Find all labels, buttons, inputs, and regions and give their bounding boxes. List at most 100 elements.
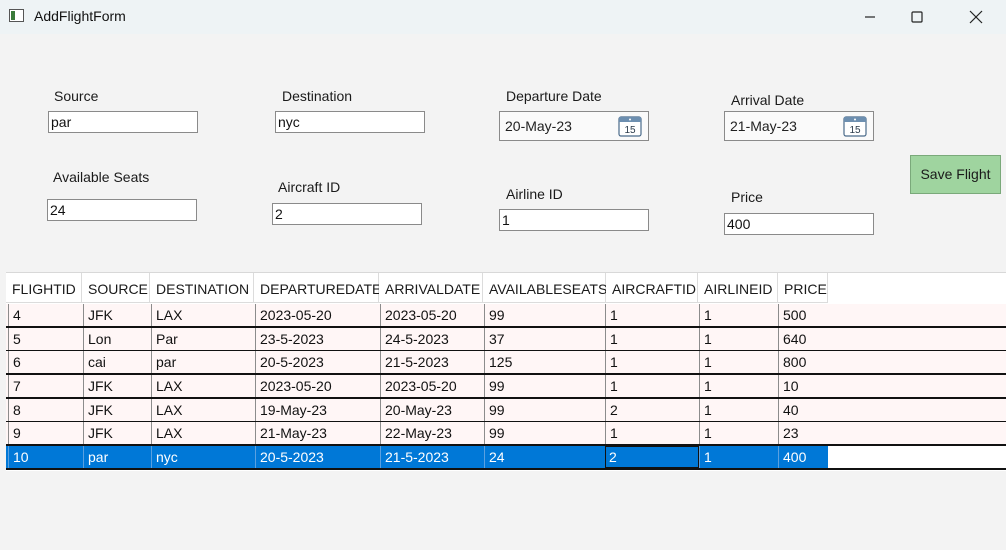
- cell-flightid[interactable]: 5: [8, 328, 83, 350]
- cell-destination[interactable]: LAX: [151, 422, 255, 444]
- cell-availableseats[interactable]: 24: [484, 446, 605, 468]
- cell-availableseats[interactable]: 37: [484, 328, 605, 350]
- cell-price[interactable]: 400: [778, 446, 828, 468]
- table-row[interactable]: 10 par nyc 20-5-2023 21-5-2023 24 2 1 400: [6, 446, 1006, 470]
- table-row[interactable]: 8 JFK LAX 19-May-23 20-May-23 99 2 1 40: [6, 399, 1006, 423]
- cell-flightid[interactable]: 4: [8, 304, 83, 326]
- calendar-day-text: 15: [624, 125, 636, 136]
- departure-date-value: 20-May-23: [505, 118, 572, 134]
- cell-aircraftid[interactable]: 2: [605, 399, 699, 421]
- cell-aircraftid[interactable]: 1: [605, 375, 699, 397]
- cell-airlineid[interactable]: 1: [699, 446, 778, 468]
- cell-availableseats[interactable]: 99: [484, 422, 605, 444]
- column-header-availableseats[interactable]: AVAILABLESEATS: [483, 273, 607, 303]
- airline-id-input[interactable]: 1: [499, 209, 649, 231]
- cell-source[interactable]: JFK: [83, 399, 151, 421]
- cell-source[interactable]: par: [83, 446, 151, 468]
- cell-departuredate[interactable]: 20-5-2023: [255, 446, 380, 468]
- column-header-flightid[interactable]: FLIGHTID: [6, 273, 82, 303]
- cell-flightid[interactable]: 9: [8, 422, 83, 444]
- cell-destination[interactable]: LAX: [151, 304, 255, 326]
- cell-destination[interactable]: nyc: [151, 446, 255, 468]
- minimize-button[interactable]: [847, 0, 893, 34]
- cell-availableseats[interactable]: 99: [484, 375, 605, 397]
- column-header-aircraftid[interactable]: AIRCRAFTID: [606, 273, 698, 303]
- column-header-price[interactable]: PRICE: [778, 273, 828, 303]
- cell-aircraftid[interactable]: 2: [605, 446, 699, 468]
- title-bar: AddFlightForm: [0, 0, 1006, 34]
- cell-flightid[interactable]: 8: [8, 399, 83, 421]
- cell-arrivaldate[interactable]: 2023-05-20: [380, 375, 484, 397]
- cell-aircraftid[interactable]: 1: [605, 328, 699, 350]
- cell-availableseats[interactable]: 99: [484, 399, 605, 421]
- maximize-icon: [911, 11, 923, 23]
- calendar-icon[interactable]: 15: [843, 115, 867, 137]
- cell-source[interactable]: cai: [83, 351, 151, 373]
- close-button[interactable]: [953, 0, 999, 34]
- maximize-button[interactable]: [894, 0, 940, 34]
- cell-airlineid[interactable]: 1: [699, 375, 778, 397]
- cell-departuredate[interactable]: 2023-05-20: [255, 304, 380, 326]
- cell-departuredate[interactable]: 19-May-23: [255, 399, 380, 421]
- column-header-destination[interactable]: DESTINATION: [150, 273, 254, 303]
- cell-destination[interactable]: LAX: [151, 375, 255, 397]
- cell-availableseats[interactable]: 125: [484, 351, 605, 373]
- column-header-arrivaldate[interactable]: ARRIVALDATE: [379, 273, 483, 303]
- price-input[interactable]: 400: [724, 213, 874, 235]
- cell-source[interactable]: Lon: [83, 328, 151, 350]
- cell-departuredate[interactable]: 21-May-23: [255, 422, 380, 444]
- cell-arrivaldate[interactable]: 2023-05-20: [380, 304, 484, 326]
- cell-price[interactable]: 800: [778, 351, 828, 373]
- table-row[interactable]: 5 Lon Par 23-5-2023 24-5-2023 37 1 1 640: [6, 328, 1006, 352]
- column-header-departuredate[interactable]: DEPARTUREDATE: [254, 273, 381, 303]
- cell-availableseats[interactable]: 99: [484, 304, 605, 326]
- cell-aircraftid[interactable]: 1: [605, 422, 699, 444]
- cell-price[interactable]: 10: [778, 375, 828, 397]
- cell-arrivaldate[interactable]: 21-5-2023: [380, 351, 484, 373]
- cell-source[interactable]: JFK: [83, 422, 151, 444]
- cell-price[interactable]: 40: [778, 399, 828, 421]
- cell-arrivaldate[interactable]: 24-5-2023: [380, 328, 484, 350]
- save-flight-button[interactable]: Save Flight: [910, 155, 1001, 194]
- cell-arrivaldate[interactable]: 20-May-23: [380, 399, 484, 421]
- table-row[interactable]: 6 cai par 20-5-2023 21-5-2023 125 1 1 800: [6, 351, 1006, 375]
- cell-price[interactable]: 23: [778, 422, 828, 444]
- cell-departuredate[interactable]: 23-5-2023: [255, 328, 380, 350]
- cell-flightid[interactable]: 7: [8, 375, 83, 397]
- destination-input[interactable]: nyc: [275, 111, 425, 133]
- cell-arrivaldate[interactable]: 21-5-2023: [380, 446, 484, 468]
- cell-aircraftid[interactable]: 1: [605, 304, 699, 326]
- cell-airlineid[interactable]: 1: [699, 328, 778, 350]
- cell-departuredate[interactable]: 2023-05-20: [255, 375, 380, 397]
- cell-airlineid[interactable]: 1: [699, 351, 778, 373]
- cell-airlineid[interactable]: 1: [699, 422, 778, 444]
- source-input[interactable]: par: [48, 111, 198, 133]
- table-row[interactable]: 7 JFK LAX 2023-05-20 2023-05-20 99 1 1 10: [6, 375, 1006, 399]
- flights-data-grid[interactable]: FLIGHTID SOURCE DESTINATION DEPARTUREDATE AR…: [6, 272, 1006, 471]
- cell-price[interactable]: 640: [778, 328, 828, 350]
- close-icon: [969, 10, 983, 24]
- cell-departuredate[interactable]: 20-5-2023: [255, 351, 380, 373]
- cell-airlineid[interactable]: 1: [699, 399, 778, 421]
- aircraft-id-label: Aircraft ID: [278, 179, 341, 195]
- cell-destination[interactable]: LAX: [151, 399, 255, 421]
- cell-flightid[interactable]: 10: [8, 446, 83, 468]
- arrival-date-picker[interactable]: 21-May-23 15: [724, 111, 874, 141]
- available-seats-input[interactable]: 24: [47, 199, 197, 221]
- departure-date-picker[interactable]: 20-May-23 15: [499, 111, 649, 141]
- column-header-source[interactable]: SOURCE: [82, 273, 150, 303]
- cell-price[interactable]: 500: [778, 304, 828, 326]
- aircraft-id-input[interactable]: 2: [272, 203, 422, 225]
- cell-destination[interactable]: Par: [151, 328, 255, 350]
- cell-destination[interactable]: par: [151, 351, 255, 373]
- cell-flightid[interactable]: 6: [8, 351, 83, 373]
- column-header-airlineid[interactable]: AIRLINEID: [698, 273, 778, 303]
- cell-arrivaldate[interactable]: 22-May-23: [380, 422, 484, 444]
- cell-source[interactable]: JFK: [83, 375, 151, 397]
- cell-airlineid[interactable]: 1: [699, 304, 778, 326]
- cell-aircraftid[interactable]: 1: [605, 351, 699, 373]
- cell-source[interactable]: JFK: [83, 304, 151, 326]
- calendar-icon[interactable]: 15: [618, 115, 642, 137]
- table-row[interactable]: 4 JFK LAX 2023-05-20 2023-05-20 99 1 1 500: [6, 304, 1006, 328]
- table-row[interactable]: 9 JFK LAX 21-May-23 22-May-23 99 1 1 23: [6, 422, 1006, 446]
